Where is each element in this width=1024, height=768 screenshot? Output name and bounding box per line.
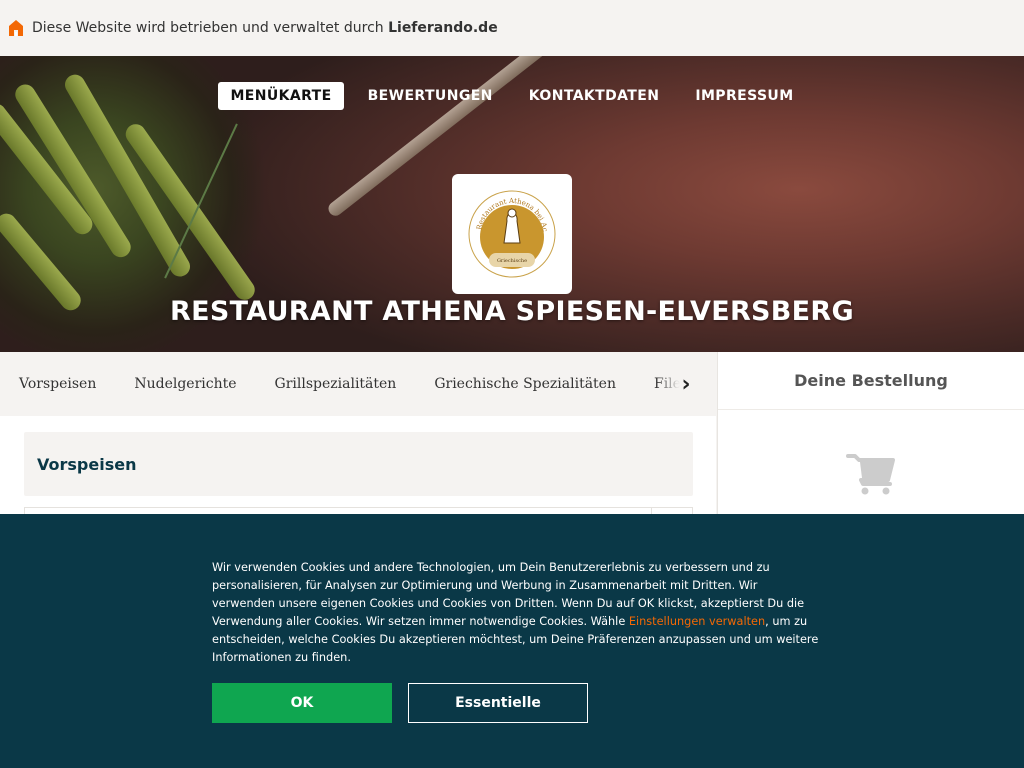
- section-header: Vorspeisen: [24, 432, 693, 496]
- cookie-banner: Wir verwenden Cookies und andere Technol…: [0, 514, 1024, 768]
- cookie-text: Wir verwenden Cookies und andere Technol…: [212, 561, 819, 664]
- category-nudelgerichte[interactable]: Nudelgerichte: [115, 376, 255, 392]
- restaurant-logo: Griechische Restaurant Athena bei Achill…: [452, 174, 572, 294]
- nav-bewertungen[interactable]: BEWERTUNGEN: [356, 82, 505, 110]
- nav-impressum[interactable]: IMPRESSUM: [683, 82, 805, 110]
- cookie-essential-button[interactable]: Essentielle: [408, 683, 588, 723]
- operator-text: Diese Website wird betrieben und verwalt…: [32, 20, 498, 36]
- main-navigation: MENÜKARTE BEWERTUNGEN KONTAKTDATEN IMPRE…: [0, 82, 1024, 110]
- category-griechische-spezialitaeten[interactable]: Griechische Spezialitäten: [415, 376, 635, 392]
- operator-brand-link[interactable]: Lieferando.de: [388, 20, 498, 36]
- hero-banner: MENÜKARTE BEWERTUNGEN KONTAKTDATEN IMPRE…: [0, 56, 1024, 352]
- restaurant-name: RESTAURANT ATHENA SPIESEN-ELVERSBERG: [170, 296, 854, 327]
- category-bar: Vorspeisen Nudelgerichte Grillspezialitä…: [0, 352, 716, 416]
- nav-menukarte[interactable]: MENÜKARTE: [218, 82, 344, 110]
- category-vorspeisen[interactable]: Vorspeisen: [0, 376, 115, 392]
- operator-bar: Diese Website wird betrieben und verwalt…: [0, 0, 1024, 56]
- house-icon: [9, 20, 23, 36]
- basket-title: Deine Bestellung: [718, 352, 1024, 410]
- shopping-cart-icon: [846, 454, 895, 495]
- cookie-settings-link[interactable]: Einstellungen verwalten: [629, 615, 765, 628]
- svg-text:Griechische: Griechische: [497, 258, 527, 264]
- category-scroll-right-icon[interactable]: ›: [656, 352, 716, 416]
- athena-logo-icon: Griechische Restaurant Athena bei Achill…: [467, 189, 556, 278]
- nav-kontaktdaten[interactable]: KONTAKTDATEN: [517, 82, 672, 110]
- cookie-ok-button[interactable]: OK: [212, 683, 392, 723]
- section-title: Vorspeisen: [37, 454, 137, 474]
- category-grillspezialitaeten[interactable]: Grillspezialitäten: [256, 376, 416, 392]
